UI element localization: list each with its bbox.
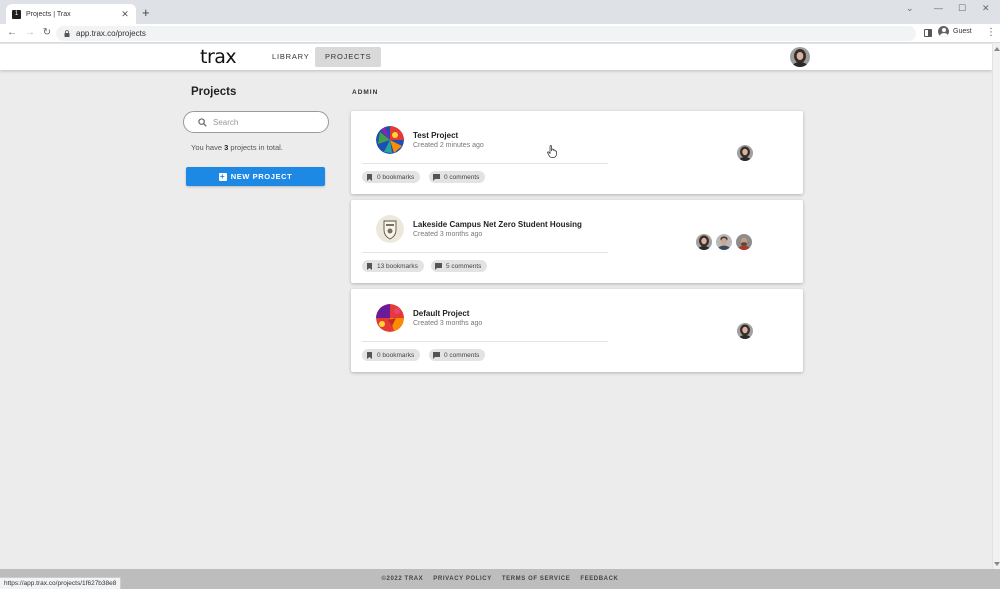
project-card-lakeside[interactable]: Lakeside Campus Net Zero Student Housing… (351, 200, 803, 283)
bookmark-icon (367, 173, 372, 181)
comments-chip[interactable]: 0 comments (429, 171, 486, 183)
add-icon: + (218, 171, 227, 181)
window-close-icon[interactable]: ✕ (982, 3, 990, 14)
project-count-text: You have 3 projects in total. (191, 143, 283, 152)
bookmarks-chip[interactable]: 13 bookmarks (362, 260, 424, 272)
browser-tab[interactable]: 1 Projects | Trax ✕ (6, 4, 136, 24)
address-bar[interactable]: app.trax.co/projects (56, 26, 916, 41)
footer-terms-link[interactable]: TERMS OF SERVICE (502, 576, 571, 582)
comments-chip[interactable]: 5 comments (431, 260, 488, 272)
tab-title: Projects | Trax (26, 10, 71, 18)
member-avatar[interactable] (737, 322, 753, 339)
card-divider (362, 341, 608, 342)
comments-chip[interactable]: 0 comments (429, 349, 486, 361)
footer-copyright: ©2022 TRAX (381, 576, 424, 582)
nav-library[interactable]: LIBRARY (262, 47, 320, 67)
tab-search-icon[interactable]: ⌄ (906, 3, 914, 14)
project-created: Created 3 months ago (413, 320, 483, 327)
bookmarks-chip[interactable]: 0 bookmarks (362, 349, 421, 361)
tab-favicon-icon: 1 (12, 9, 21, 19)
forward-icon[interactable]: → (24, 26, 36, 40)
minimize-icon[interactable]: — (934, 3, 943, 13)
browser-tab-strip: 1 Projects | Trax ✕ + ⌄ — ☐ ✕ (0, 0, 1000, 24)
bookmark-icon (367, 262, 372, 270)
search-input[interactable] (213, 117, 313, 127)
project-card-default-project[interactable]: Default Project Created 3 months ago 0 b… (351, 289, 803, 372)
lock-icon (64, 30, 70, 37)
comment-icon (433, 173, 440, 181)
tab-close-icon[interactable]: ✕ (120, 9, 130, 20)
comment-icon (433, 351, 440, 359)
project-card-test-project[interactable]: Test Project Created 2 minutes ago 0 boo… (351, 111, 803, 194)
address-url: app.trax.co/projects (76, 29, 146, 38)
bookmark-icon (367, 351, 372, 359)
page-scrollbar[interactable] (992, 44, 1000, 569)
user-avatar[interactable] (790, 47, 810, 67)
browser-toolbar: ← → ↻ app.trax.co/projects Guest ⋮ (0, 24, 1000, 43)
new-project-label: NEW PROJECT (230, 172, 293, 181)
project-name[interactable]: Lakeside Campus Net Zero Student Housing (413, 220, 582, 229)
member-avatar[interactable] (737, 144, 753, 161)
card-divider (362, 163, 608, 164)
footer-feedback-link[interactable]: FEEDBACK (580, 576, 618, 582)
reload-icon[interactable]: ↻ (41, 26, 53, 40)
browser-menu-icon[interactable]: ⋮ (986, 27, 996, 39)
project-search[interactable] (183, 111, 329, 133)
crest-icon (376, 215, 404, 243)
back-icon[interactable]: ← (6, 26, 18, 40)
side-panel-icon[interactable] (924, 29, 932, 37)
trax-logo[interactable]: trax (200, 46, 237, 68)
page-title: Projects (191, 86, 237, 98)
maximize-icon[interactable]: ☐ (958, 3, 966, 14)
guest-avatar-icon (938, 26, 949, 37)
bookmarks-chip[interactable]: 0 bookmarks (362, 171, 421, 183)
profile-button[interactable]: Guest (938, 26, 972, 37)
new-tab-icon[interactable]: + (142, 6, 150, 20)
footer-privacy-link[interactable]: PRIVACY POLICY (433, 576, 492, 582)
section-label-admin: ADMIN (352, 89, 379, 96)
new-project-button[interactable]: + NEW PROJECT (186, 167, 325, 186)
hand-cursor-icon (547, 145, 557, 158)
status-bar-url: https://app.trax.co/projects/1f627b38e8 (0, 577, 122, 589)
colorful-globe-icon (376, 126, 404, 154)
project-members (692, 200, 752, 283)
member-avatar[interactable] (716, 233, 732, 250)
member-avatar[interactable] (736, 233, 752, 250)
profile-name: Guest (953, 28, 972, 35)
project-members (733, 111, 753, 194)
app-header: trax LIBRARY PROJECTS (0, 44, 992, 70)
nav-projects[interactable]: PROJECTS (315, 47, 382, 67)
project-name[interactable]: Default Project (413, 309, 469, 318)
project-members (733, 289, 753, 372)
colorful-mosaic-icon (376, 304, 404, 332)
member-avatar[interactable] (696, 233, 712, 250)
project-created: Created 3 months ago (413, 231, 483, 238)
footer: ©2022 TRAX PRIVACY POLICY TERMS OF SERVI… (0, 569, 1000, 589)
project-name[interactable]: Test Project (413, 131, 458, 140)
scroll-down-icon[interactable] (994, 562, 1000, 566)
card-divider (362, 252, 608, 253)
scroll-up-icon[interactable] (994, 47, 1000, 51)
comment-icon (435, 262, 442, 270)
search-icon (198, 117, 207, 127)
project-created: Created 2 minutes ago (413, 142, 484, 149)
